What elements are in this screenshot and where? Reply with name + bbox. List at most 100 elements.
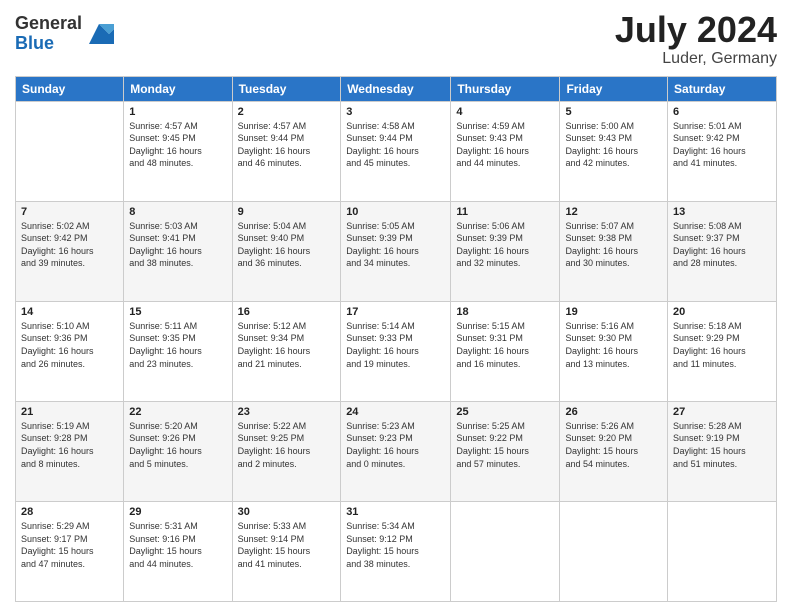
day-info: Sunrise: 5:02 AM Sunset: 9:42 PM Dayligh… xyxy=(21,220,118,270)
day-info: Sunrise: 5:06 AM Sunset: 9:39 PM Dayligh… xyxy=(456,220,554,270)
day-number: 28 xyxy=(21,506,118,518)
calendar-cell: 6Sunrise: 5:01 AM Sunset: 9:42 PM Daylig… xyxy=(668,101,777,201)
day-number: 7 xyxy=(21,206,118,218)
day-number: 19 xyxy=(565,306,662,318)
calendar-cell: 17 Sunrise: 5:14 AM Sunset: 9:33 PM Dayli… xyxy=(341,301,451,401)
day-info: Sunrise: 4:58 AM Sunset: 9:44 PM Dayligh… xyxy=(346,120,445,170)
header-saturday: Saturday xyxy=(668,76,777,101)
header: General Blue July 2024 Luder, Germany xyxy=(15,10,777,68)
day-number: 13 xyxy=(673,206,771,218)
day-info: Sunrise: 5:19 AM Sunset: 9:28 PM Dayligh… xyxy=(21,420,118,470)
day-number: 18 xyxy=(456,306,554,318)
day-info: Sunrise: 5:31 AM Sunset: 9:16 PM Dayligh… xyxy=(129,520,226,570)
calendar-cell: 7 Sunrise: 5:02 AM Sunset: 9:42 PM Daylig… xyxy=(16,201,124,301)
day-info: Sunrise: 5:29 AM Sunset: 9:17 PM Dayligh… xyxy=(21,520,118,570)
calendar-cell: 25Sunrise: 5:25 AM Sunset: 9:22 PM Dayli… xyxy=(451,401,560,501)
day-number: 14 xyxy=(21,306,118,318)
day-number: 23 xyxy=(238,406,336,418)
day-number: 21 xyxy=(21,406,118,418)
calendar-cell: 22Sunrise: 5:20 AM Sunset: 9:26 PM Dayli… xyxy=(124,401,232,501)
calendar-cell: 1Sunrise: 4:57 AM Sunset: 9:45 PM Daylig… xyxy=(124,101,232,201)
calendar-week-row-1: 1Sunrise: 4:57 AM Sunset: 9:45 PM Daylig… xyxy=(16,101,777,201)
calendar-cell: 12 Sunrise: 5:07 AM Sunset: 9:38 PM Dayli… xyxy=(560,201,668,301)
header-sunday: Sunday xyxy=(16,76,124,101)
calendar-cell: 24 Sunrise: 5:23 AM Sunset: 9:23 PM Dayli… xyxy=(341,401,451,501)
day-info: Sunrise: 5:18 AM Sunset: 9:29 PM Dayligh… xyxy=(673,320,771,370)
calendar-cell: 5Sunrise: 5:00 AM Sunset: 9:43 PM Daylig… xyxy=(560,101,668,201)
day-info: Sunrise: 5:33 AM Sunset: 9:14 PM Dayligh… xyxy=(238,520,336,570)
logo-icon xyxy=(84,19,114,49)
calendar-cell: 28 Sunrise: 5:29 AM Sunset: 9:17 PM Dayli… xyxy=(16,501,124,601)
calendar-cell: 20 Sunrise: 5:18 AM Sunset: 9:29 PM Dayli… xyxy=(668,301,777,401)
calendar-header-row: Sunday Monday Tuesday Wednesday Thursday… xyxy=(16,76,777,101)
day-number: 3 xyxy=(346,106,445,118)
logo: General Blue xyxy=(15,14,114,54)
day-number: 1 xyxy=(129,106,226,118)
day-info: Sunrise: 5:22 AM Sunset: 9:25 PM Dayligh… xyxy=(238,420,336,470)
day-number: 8 xyxy=(129,206,226,218)
day-info: Sunrise: 5:07 AM Sunset: 9:38 PM Dayligh… xyxy=(565,220,662,270)
day-number: 22 xyxy=(129,406,226,418)
calendar-cell: 19Sunrise: 5:16 AM Sunset: 9:30 PM Dayli… xyxy=(560,301,668,401)
calendar-cell: 15 Sunrise: 5:11 AM Sunset: 9:35 PM Dayli… xyxy=(124,301,232,401)
calendar-cell: 14 Sunrise: 5:10 AM Sunset: 9:36 PM Dayli… xyxy=(16,301,124,401)
day-info: Sunrise: 5:14 AM Sunset: 9:33 PM Dayligh… xyxy=(346,320,445,370)
header-friday: Friday xyxy=(560,76,668,101)
day-info: Sunrise: 5:15 AM Sunset: 9:31 PM Dayligh… xyxy=(456,320,554,370)
calendar-cell: 18 Sunrise: 5:15 AM Sunset: 9:31 PM Dayli… xyxy=(451,301,560,401)
calendar-cell: 3 Sunrise: 4:58 AM Sunset: 9:44 PM Daylig… xyxy=(341,101,451,201)
day-info: Sunrise: 5:25 AM Sunset: 9:22 PM Dayligh… xyxy=(456,420,554,470)
day-number: 26 xyxy=(565,406,662,418)
day-info: Sunrise: 5:34 AM Sunset: 9:12 PM Dayligh… xyxy=(346,520,445,570)
calendar-cell: 11 Sunrise: 5:06 AM Sunset: 9:39 PM Dayli… xyxy=(451,201,560,301)
day-number: 24 xyxy=(346,406,445,418)
logo-blue: Blue xyxy=(15,34,82,54)
day-number: 4 xyxy=(456,106,554,118)
calendar-cell: 10 Sunrise: 5:05 AM Sunset: 9:39 PM Dayli… xyxy=(341,201,451,301)
calendar-cell: 9 Sunrise: 5:04 AM Sunset: 9:40 PM Daylig… xyxy=(232,201,341,301)
day-number: 5 xyxy=(565,106,662,118)
day-number: 12 xyxy=(565,206,662,218)
title-block: July 2024 Luder, Germany xyxy=(615,10,777,68)
calendar-cell: 31 Sunrise: 5:34 AM Sunset: 9:12 PM Dayli… xyxy=(341,501,451,601)
day-info: Sunrise: 5:11 AM Sunset: 9:35 PM Dayligh… xyxy=(129,320,226,370)
calendar-cell: 30Sunrise: 5:33 AM Sunset: 9:14 PM Dayli… xyxy=(232,501,341,601)
day-info: Sunrise: 5:10 AM Sunset: 9:36 PM Dayligh… xyxy=(21,320,118,370)
day-number: 17 xyxy=(346,306,445,318)
day-info: Sunrise: 4:57 AM Sunset: 9:44 PM Dayligh… xyxy=(238,120,336,170)
calendar-cell: 4 Sunrise: 4:59 AM Sunset: 9:43 PM Daylig… xyxy=(451,101,560,201)
day-number: 29 xyxy=(129,506,226,518)
logo-text: General Blue xyxy=(15,14,82,54)
day-number: 15 xyxy=(129,306,226,318)
calendar-cell xyxy=(16,101,124,201)
calendar-table: Sunday Monday Tuesday Wednesday Thursday… xyxy=(15,76,777,602)
calendar-cell: 29 Sunrise: 5:31 AM Sunset: 9:16 PM Dayli… xyxy=(124,501,232,601)
day-info: Sunrise: 4:59 AM Sunset: 9:43 PM Dayligh… xyxy=(456,120,554,170)
header-wednesday: Wednesday xyxy=(341,76,451,101)
day-info: Sunrise: 5:23 AM Sunset: 9:23 PM Dayligh… xyxy=(346,420,445,470)
header-tuesday: Tuesday xyxy=(232,76,341,101)
calendar-week-row-4: 21 Sunrise: 5:19 AM Sunset: 9:28 PM Dayli… xyxy=(16,401,777,501)
calendar-cell xyxy=(451,501,560,601)
day-number: 31 xyxy=(346,506,445,518)
day-number: 9 xyxy=(238,206,336,218)
day-info: Sunrise: 5:04 AM Sunset: 9:40 PM Dayligh… xyxy=(238,220,336,270)
day-info: Sunrise: 5:12 AM Sunset: 9:34 PM Dayligh… xyxy=(238,320,336,370)
title-month-year: July 2024 xyxy=(615,10,777,50)
day-number: 20 xyxy=(673,306,771,318)
day-info: Sunrise: 5:03 AM Sunset: 9:41 PM Dayligh… xyxy=(129,220,226,270)
calendar-cell: 23 Sunrise: 5:22 AM Sunset: 9:25 PM Dayli… xyxy=(232,401,341,501)
day-number: 10 xyxy=(346,206,445,218)
day-number: 11 xyxy=(456,206,554,218)
calendar-week-row-2: 7 Sunrise: 5:02 AM Sunset: 9:42 PM Daylig… xyxy=(16,201,777,301)
day-info: Sunrise: 5:08 AM Sunset: 9:37 PM Dayligh… xyxy=(673,220,771,270)
day-number: 16 xyxy=(238,306,336,318)
day-info: Sunrise: 5:05 AM Sunset: 9:39 PM Dayligh… xyxy=(346,220,445,270)
calendar-cell: 16 Sunrise: 5:12 AM Sunset: 9:34 PM Dayli… xyxy=(232,301,341,401)
day-info: Sunrise: 5:01 AM Sunset: 9:42 PM Dayligh… xyxy=(673,120,771,170)
calendar-cell: 13 Sunrise: 5:08 AM Sunset: 9:37 PM Dayli… xyxy=(668,201,777,301)
calendar-week-row-3: 14 Sunrise: 5:10 AM Sunset: 9:36 PM Dayli… xyxy=(16,301,777,401)
calendar-cell: 2Sunrise: 4:57 AM Sunset: 9:44 PM Daylig… xyxy=(232,101,341,201)
day-info: Sunrise: 5:26 AM Sunset: 9:20 PM Dayligh… xyxy=(565,420,662,470)
day-number: 27 xyxy=(673,406,771,418)
